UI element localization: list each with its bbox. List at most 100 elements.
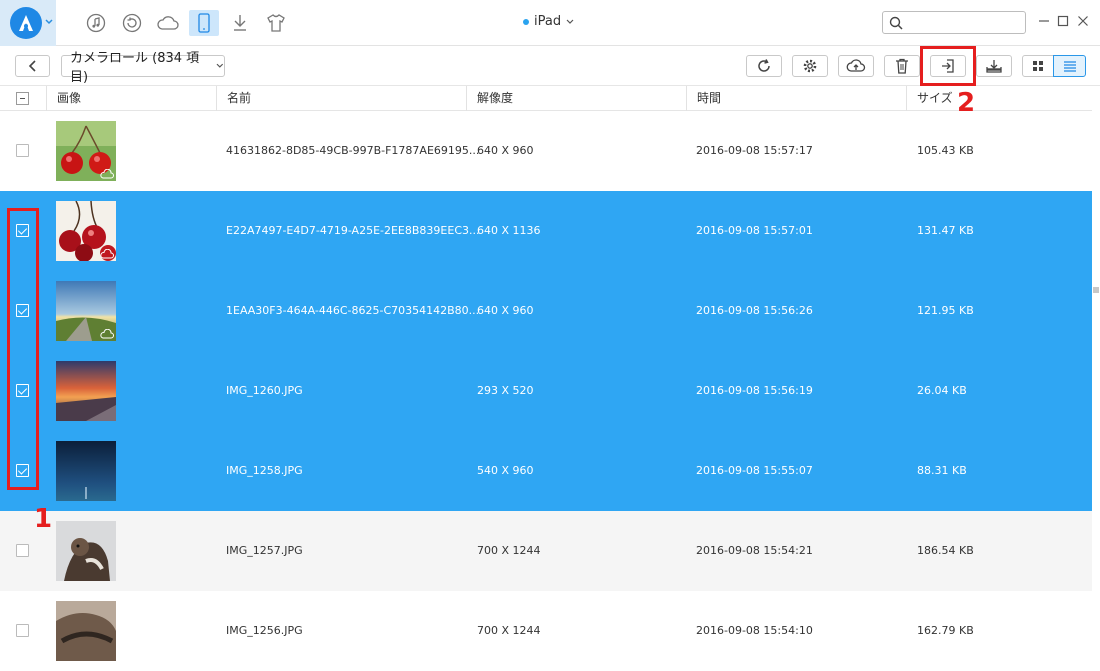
table-row[interactable]: IMG_1258.JPG 540 X 960 2016-09-08 15:55:… [0,431,1092,511]
photo-thumbnail[interactable] [56,201,116,261]
settings-button[interactable] [792,55,828,77]
music-icon[interactable] [81,10,111,36]
refresh-button[interactable] [746,55,782,77]
timestamp: 2016-09-08 15:56:19 [696,384,813,397]
row-checkbox[interactable] [16,624,29,637]
device-icon[interactable] [189,10,219,36]
maximize-icon[interactable] [1055,13,1071,29]
list-view-button[interactable] [1053,55,1086,77]
minimize-icon[interactable] [1036,13,1052,29]
delete-button[interactable] [884,55,920,77]
grid-icon [1033,61,1043,71]
timestamp: 2016-09-08 15:56:26 [696,304,813,317]
search-box[interactable] [882,11,1026,34]
app-logo-button[interactable] [0,0,56,46]
annotation-box-2 [920,46,976,86]
send-to-device-icon [986,60,1002,73]
timestamp: 2016-09-08 15:54:10 [696,624,813,637]
resolution: 700 X 1244 [477,624,541,637]
timestamp: 2016-09-08 15:54:21 [696,544,813,557]
toolbar: カメラロール (834 項目) [0,46,1100,86]
trash-icon [896,58,908,74]
download-icon[interactable] [225,10,255,36]
gear-icon [803,59,817,73]
back-button[interactable] [15,55,50,77]
resolution: 293 X 520 [477,384,534,397]
photo-thumbnail[interactable] [56,361,116,421]
photo-thumbnail[interactable] [56,521,116,581]
cloud-icon [100,249,114,259]
device-selector[interactable]: iPad [523,14,574,29]
search-input[interactable] [909,15,1021,31]
close-icon[interactable] [1075,13,1091,29]
refresh-icon [758,59,770,72]
album-label: カメラロール (834 項目) [70,51,200,85]
scrollbar-thumb[interactable] [1093,287,1099,293]
file-size: 88.31 KB [917,464,967,477]
resolution: 640 X 960 [477,304,534,317]
device-name: iPad [534,14,562,29]
timestamp: 2016-09-08 15:57:17 [696,144,813,157]
table-row[interactable]: IMG_1257.JPG 700 X 1244 2016-09-08 15:54… [0,511,1092,591]
annotation-box-1 [7,208,39,490]
column-name[interactable]: 名前 [216,86,466,111]
column-resolution[interactable]: 解像度 [466,86,686,111]
file-name: E22A7497-E4D7-4719-A25E-2EE8B839EEC3... [226,224,480,237]
photo-thumbnail[interactable] [56,121,116,181]
table-header: 画像 名前 解像度 時間 サイズ [0,86,1092,111]
scrollbar[interactable] [1092,111,1100,640]
file-name: 41631862-8D85-49CB-997B-F1787AE69195... [226,144,480,157]
title-bar: iPad [0,0,1100,46]
photo-thumbnail[interactable] [56,441,116,501]
resolution: 700 X 1244 [477,544,541,557]
table-row[interactable]: IMG_1260.JPG 293 X 520 2016-09-08 15:56:… [0,351,1092,431]
resolution: 640 X 1136 [477,224,541,237]
file-name: 1EAA30F3-464A-446C-8625-C70354142B80... [226,304,480,317]
table-row[interactable]: 41631862-8D85-49CB-997B-F1787AE69195... … [0,111,1092,191]
timestamp: 2016-09-08 15:57:01 [696,224,813,237]
cloud-icon [100,329,114,339]
app-logo-icon [10,7,42,39]
table-row[interactable]: IMG_1256.JPG 700 X 1244 2016-09-08 15:54… [0,591,1092,671]
chevron-down-icon [566,19,574,24]
history-icon[interactable] [117,10,147,36]
chevron-left-icon [28,60,36,72]
list-icon [1063,61,1076,72]
file-size: 186.54 KB [917,544,974,557]
row-checkbox[interactable] [16,144,29,157]
file-size: 162.79 KB [917,624,974,637]
device-status-dot [523,18,529,25]
table-row[interactable]: E22A7497-E4D7-4719-A25E-2EE8B839EEC3... … [0,191,1092,271]
file-size: 105.43 KB [917,144,974,157]
row-checkbox[interactable] [16,544,29,557]
send-to-device-button[interactable] [976,55,1012,77]
column-size[interactable]: サイズ [906,86,1092,111]
file-size: 131.47 KB [917,224,974,237]
file-name: IMG_1260.JPG [226,384,303,397]
file-size: 26.04 KB [917,384,967,397]
resolution: 640 X 960 [477,144,534,157]
photo-thumbnail[interactable] [56,601,116,661]
timestamp: 2016-09-08 15:55:07 [696,464,813,477]
album-selector[interactable]: カメラロール (834 項目) [61,51,225,85]
annotation-marker-2: 2 [957,88,976,118]
cloud-upload-icon [846,59,866,72]
tshirt-icon[interactable] [261,10,291,36]
file-size: 121.95 KB [917,304,974,317]
file-name: IMG_1257.JPG [226,544,303,557]
upload-to-cloud-button[interactable] [838,55,874,77]
file-name: IMG_1256.JPG [226,624,303,637]
grid-view-button[interactable] [1022,55,1054,77]
annotation-marker-1: 1 [34,504,53,534]
chevron-down-icon [45,19,53,25]
select-all-checkbox[interactable] [16,92,29,105]
file-name: IMG_1258.JPG [226,464,303,477]
cloud-icon[interactable] [153,10,183,36]
cloud-icon [100,169,114,179]
column-image[interactable]: 画像 [46,86,216,111]
table-row[interactable]: 1EAA30F3-464A-446C-8625-C70354142B80... … [0,271,1092,351]
column-time[interactable]: 時間 [686,86,906,111]
photo-thumbnail[interactable] [56,281,116,341]
resolution: 540 X 960 [477,464,534,477]
search-icon [889,16,903,30]
